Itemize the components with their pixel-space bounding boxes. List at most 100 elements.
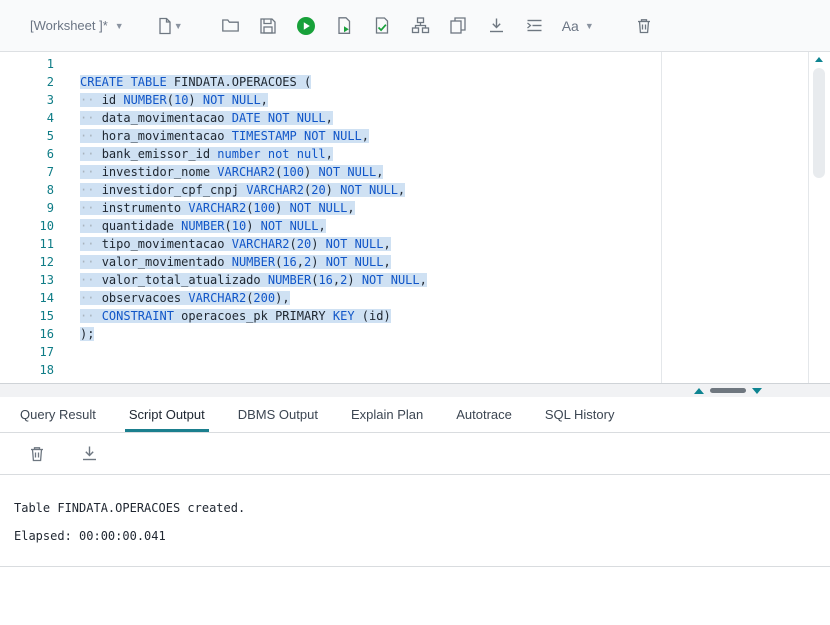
code-text: ·· hora_movimentacao TIMESTAMP NOT NULL, — [80, 129, 370, 143]
font-options-button[interactable]: Aa ▼ — [558, 12, 598, 40]
code-text: ·· instrumento VARCHAR2(100) NOT NULL, — [80, 201, 355, 215]
line-number: 10 — [39, 219, 54, 233]
code-line[interactable]: 7 ·· investidor_nome VARCHAR2(100) NOT NU… — [0, 163, 830, 181]
format-button[interactable] — [520, 12, 549, 40]
folder-icon — [221, 16, 240, 35]
chevron-down-icon: ▼ — [173, 20, 183, 31]
code-line[interactable]: 11 ·· tipo_movimentacao VARCHAR2(20) NOT … — [0, 235, 830, 253]
scrollbar-thumb[interactable] — [813, 68, 825, 178]
code-text: ·· tipo_movimentacao VARCHAR2(20) NOT NU… — [80, 237, 391, 251]
code-text: ·· id NUMBER(10) NOT NULL, — [80, 93, 268, 107]
code-line[interactable]: 6 ·· bank_emissor_id number not null, — [0, 145, 830, 163]
code-text: ·· quantidade NUMBER(10) NOT NULL, — [80, 219, 326, 233]
download-icon — [487, 16, 506, 35]
code-line[interactable]: 17 — [0, 343, 830, 361]
tab-autotrace[interactable]: Autotrace — [456, 397, 512, 432]
copy-documents-icon — [449, 16, 468, 35]
editor-results-splitter[interactable] — [0, 383, 830, 397]
code-line[interactable]: 16); — [0, 325, 830, 343]
script-output-text: Table FINDATA.OPERACOES created. Elapsed… — [14, 501, 246, 543]
run-script-button[interactable] — [330, 12, 359, 40]
format-lines-icon — [525, 16, 544, 35]
tab-explain-plan[interactable]: Explain Plan — [351, 397, 423, 432]
save-button[interactable] — [254, 12, 283, 40]
tab-script-output[interactable]: Script Output — [124, 397, 209, 432]
code-line[interactable]: 12 ·· valor_movimentado NUMBER(16,2) NOT … — [0, 253, 830, 271]
new-worksheet-icon — [156, 17, 174, 35]
code-line[interactable]: 9 ·· instrumento VARCHAR2(100) NOT NULL, — [0, 199, 830, 217]
line-number: 6 — [46, 147, 54, 161]
editor-vertical-scrollbar[interactable] — [808, 52, 830, 383]
splitter-grip[interactable] — [710, 388, 746, 393]
open-file-button[interactable] — [216, 12, 245, 40]
autotrace-icon — [373, 16, 392, 35]
code-text: ·· investidor_nome VARCHAR2(100) NOT NUL… — [80, 165, 384, 179]
worksheet-label: [Worksheet ]* — [30, 18, 108, 33]
code-text: ); — [80, 327, 95, 341]
code-line[interactable]: 15 ·· CONSTRAINT operacoes_pk PRIMARY KEY… — [0, 307, 830, 325]
run-script-icon — [335, 16, 354, 35]
code-line[interactable]: 14 ·· observacoes VARCHAR2(200), — [0, 289, 830, 307]
code-text: ·· investidor_cpf_cnpj VARCHAR2(20) NOT … — [80, 183, 406, 197]
save-icon — [259, 17, 277, 35]
code-line[interactable]: 3 ·· id NUMBER(10) NOT NULL, — [0, 91, 830, 109]
code-line[interactable]: 2 CREATE TABLE FINDATA.OPERACOES ( — [0, 73, 830, 91]
line-number: 18 — [39, 363, 54, 377]
code-line[interactable]: 1 — [0, 55, 830, 73]
line-number: 1 — [46, 57, 54, 71]
code-text: ·· bank_emissor_id number not null, — [80, 147, 333, 161]
line-number: 16 — [39, 327, 54, 341]
line-number: 3 — [46, 93, 54, 107]
download-icon — [80, 444, 99, 463]
font-options-label: Aa — [561, 17, 579, 34]
unshared-worksheet-button[interactable] — [444, 12, 473, 40]
explain-plan-icon — [411, 16, 430, 35]
explain-plan-button[interactable] — [406, 12, 435, 40]
code-line[interactable]: 8 ·· investidor_cpf_cnpj VARCHAR2(20) NOT… — [0, 181, 830, 199]
splitter-handle[interactable] — [694, 384, 762, 397]
tab-dbms-output[interactable]: DBMS Output — [238, 397, 318, 432]
script-output-panel: Table FINDATA.OPERACOES created. Elapsed… — [0, 475, 830, 567]
line-number: 11 — [39, 237, 54, 251]
download-button[interactable] — [482, 12, 511, 40]
code-text: ·· valor_movimentado NUMBER(16,2) NOT NU… — [80, 255, 391, 269]
trash-icon — [635, 17, 653, 35]
run-play-icon — [296, 16, 316, 36]
line-number: 2 — [46, 75, 54, 89]
worksheet-dropdown[interactable]: [Worksheet ]* ▼ — [30, 18, 124, 33]
editor-lines: 1 2 CREATE TABLE FINDATA.OPERACOES ( 3 ·· id… — [0, 55, 830, 379]
main-toolbar: [Worksheet ]* ▼ ▼ Aa ▼ — [0, 0, 830, 52]
code-text: ·· valor_total_atualizado NUMBER(16,2) N… — [80, 273, 427, 287]
line-number: 9 — [46, 201, 54, 215]
chevron-down-icon: ▼ — [584, 20, 594, 31]
clear-worksheet-button[interactable] — [630, 12, 659, 40]
line-number: 8 — [46, 183, 54, 197]
code-line[interactable]: 5 ·· hora_movimentacao TIMESTAMP NOT NULL… — [0, 127, 830, 145]
code-line[interactable]: 10 ·· quantidade NUMBER(10) NOT NULL, — [0, 217, 830, 235]
code-text: CREATE TABLE FINDATA.OPERACOES ( — [80, 75, 312, 89]
save-output-button[interactable] — [75, 440, 104, 468]
run-statement-button[interactable] — [292, 12, 321, 40]
new-worksheet-button[interactable]: ▼ — [155, 12, 184, 40]
tab-query-result[interactable]: Query Result — [20, 397, 96, 432]
line-number: 5 — [46, 129, 54, 143]
sql-editor[interactable]: 1 2 CREATE TABLE FINDATA.OPERACOES ( 3 ·· id… — [0, 52, 830, 383]
line-number: 13 — [39, 273, 54, 287]
results-toolbar — [0, 433, 830, 475]
trash-icon — [28, 445, 46, 463]
code-text: ·· observacoes VARCHAR2(200), — [80, 291, 290, 305]
code-line[interactable]: 13 ·· valor_total_atualizado NUMBER(16,2)… — [0, 271, 830, 289]
clear-output-button[interactable] — [22, 440, 51, 468]
code-line[interactable]: 18 — [0, 361, 830, 379]
code-line[interactable]: 4 ·· data_movimentacao DATE NOT NULL, — [0, 109, 830, 127]
tab-sql-history[interactable]: SQL History — [545, 397, 615, 432]
collapse-down-icon[interactable] — [752, 387, 762, 394]
autotrace-button[interactable] — [368, 12, 397, 40]
results-tabs: Query Result Script Output DBMS Output Expl… — [0, 397, 830, 433]
line-number: 15 — [39, 309, 54, 323]
collapse-up-icon[interactable] — [694, 387, 704, 394]
scrollbar-up-icon[interactable] — [815, 57, 823, 62]
line-number: 4 — [46, 111, 54, 125]
